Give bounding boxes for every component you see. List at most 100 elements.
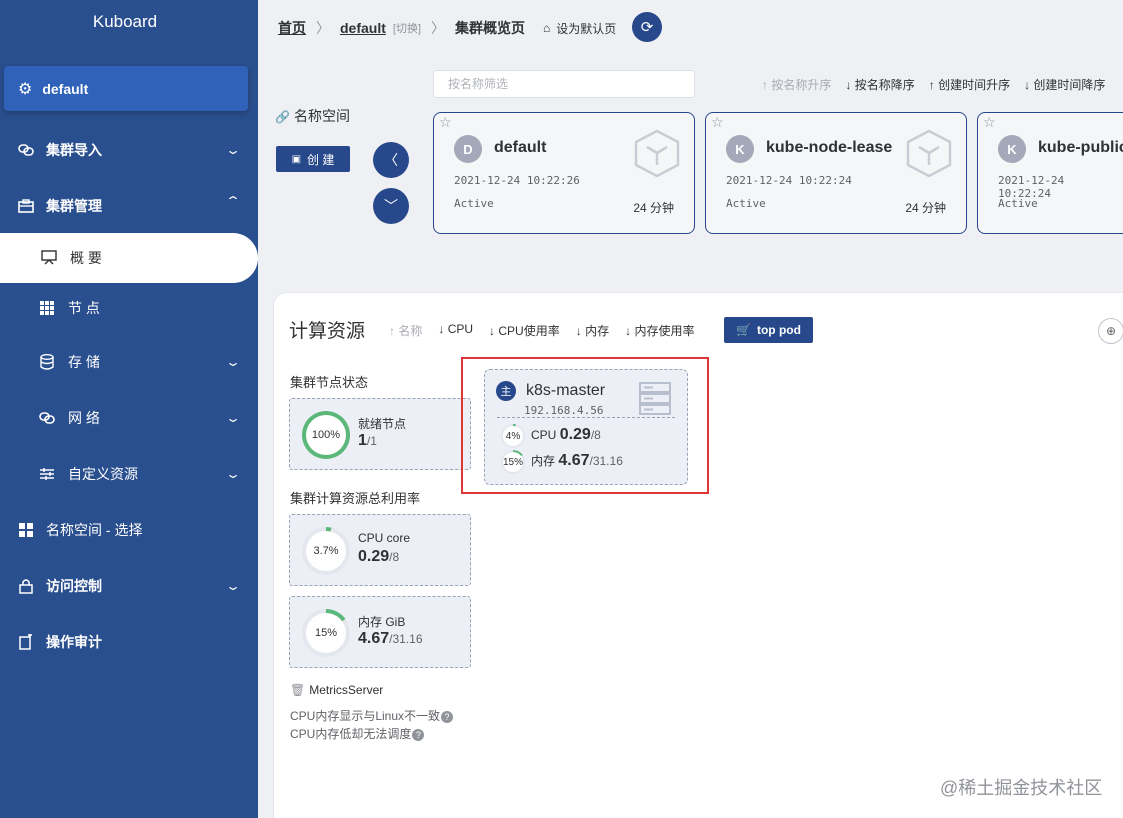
sort-by-cpu-usage[interactable]: ↓ CPU使用率 bbox=[489, 322, 560, 339]
sidebar-item-storage[interactable]: 存 储 ⌄ bbox=[0, 342, 258, 382]
stat-label: CPU core bbox=[358, 531, 411, 545]
resource-sort-bar: ↑ 名称 ↓ CPU ↓ CPU使用率 ↓ 内存 ↓ 内存使用率 bbox=[389, 322, 710, 339]
sidebar-item-label: 名称空间 - 选择 bbox=[46, 522, 143, 538]
ring-percent: 3.7% bbox=[306, 531, 346, 571]
sidebar-item-cluster-import[interactable]: 集群导入 ⌄ bbox=[0, 130, 258, 170]
create-namespace-button[interactable]: ▣ 创 建 bbox=[276, 146, 350, 172]
sidebar-item-overview[interactable]: 概 要 bbox=[0, 233, 258, 283]
breadcrumb-home-link[interactable]: 首页 bbox=[278, 18, 306, 38]
stat-value: 1/1 bbox=[358, 432, 377, 450]
document-add-icon: ▣ bbox=[291, 153, 302, 165]
sort-time-desc[interactable]: ↓ 创建时间降序 bbox=[1024, 76, 1105, 93]
question-icon: ? bbox=[412, 728, 425, 741]
set-default-page-link[interactable]: 设为默认页 bbox=[556, 20, 616, 37]
node-card[interactable]: 主 k8s-master 192.168.4.56 4% CPU 0.29/8 … bbox=[484, 369, 688, 485]
breadcrumb: 首页 〉 default [切换] 〉 集群概览页 ⌂ 设为默认页 bbox=[278, 18, 616, 38]
node-cpu-label: CPU bbox=[531, 428, 557, 442]
namespace-name[interactable]: default bbox=[494, 139, 546, 157]
stat-number: 4.67 bbox=[358, 630, 390, 647]
node-memory-row: 内存 4.67/31.16 bbox=[531, 452, 623, 470]
cube-icon bbox=[634, 129, 680, 177]
namespace-card[interactable]: ☆ K kube-node-lease 2021-12-24 10:22:24 … bbox=[705, 112, 967, 234]
active-cluster-label: default bbox=[42, 80, 89, 97]
metrics-server-link[interactable]: 🗑 MetricsServer bbox=[290, 683, 383, 697]
switch-cluster-link[interactable]: [切换] bbox=[393, 20, 421, 36]
refresh-button[interactable]: ⟳ bbox=[632, 12, 662, 42]
namespace-name[interactable]: kube-public bbox=[1038, 139, 1123, 157]
sidebar-item-label: 集群管理 bbox=[46, 198, 102, 214]
namespace-sort-bar: ↑ 按名称升序 ↓ 按名称降序 ↑ 创建时间升序 ↓ 创建时间降序 bbox=[762, 76, 1119, 93]
sort-label: 内存 bbox=[585, 324, 610, 338]
chevron-down-icon: ⌄ bbox=[224, 143, 242, 157]
scroll-prev-button[interactable]: 〈 bbox=[373, 142, 409, 178]
help-note[interactable]: CPU内存显示与Linux不一致? bbox=[290, 707, 454, 724]
star-icon[interactable]: ☆ bbox=[983, 114, 996, 131]
node-cpu-total: /8 bbox=[590, 428, 601, 442]
node-cpu-row: CPU 0.29/8 bbox=[531, 426, 601, 444]
link-icon bbox=[38, 411, 56, 425]
sidebar: Kuboard ⚙ default 集群导入 ⌄ 集群管理 ⌃ 概 要 节 点 bbox=[0, 0, 258, 818]
top-pod-label: top pod bbox=[756, 323, 801, 337]
sort-by-memory-usage[interactable]: ↓ 内存使用率 bbox=[625, 322, 694, 339]
sort-by-memory[interactable]: ↓ 内存 bbox=[576, 322, 609, 339]
namespace-card[interactable]: ☆ K kube-public 2021-12-24 10:22:24 Acti… bbox=[977, 112, 1123, 234]
namespace-name[interactable]: kube-node-lease bbox=[766, 139, 892, 157]
sort-time-asc[interactable]: ↑ 创建时间升序 bbox=[929, 76, 1010, 93]
sort-label: 创建时间升序 bbox=[938, 78, 1011, 92]
master-badge: 主 bbox=[496, 381, 516, 401]
sort-label: 创建时间降序 bbox=[1033, 78, 1106, 92]
help-note[interactable]: CPU内存低却无法调度? bbox=[290, 725, 425, 742]
sidebar-item-audit[interactable]: 操作审计 bbox=[0, 622, 258, 662]
sort-name-asc[interactable]: ↑ 按名称升序 bbox=[762, 76, 831, 93]
memory-usage-stat: 15% 内存 GiB 4.67/31.16 bbox=[289, 596, 471, 668]
namespace-avatar: K bbox=[998, 135, 1026, 163]
chevron-down-icon: ﹀ bbox=[384, 198, 398, 214]
edit-icon bbox=[17, 634, 35, 650]
cpu-usage-ring: 3.7% bbox=[302, 527, 350, 575]
namespace-avatar: D bbox=[454, 135, 482, 163]
sidebar-item-custom-resources[interactable]: 自定义资源 ⌄ bbox=[0, 454, 258, 494]
chevron-down-icon: ⌄ bbox=[224, 579, 242, 593]
node-memory-value: 4.67 bbox=[558, 452, 590, 469]
sort-label: 名称 bbox=[398, 324, 423, 338]
chevron-left-icon: 〈 bbox=[384, 152, 398, 168]
brand-logo: Kuboard bbox=[92, 12, 158, 31]
metrics-server-label: MetricsServer bbox=[309, 683, 384, 697]
sort-by-name[interactable]: ↑ 名称 bbox=[389, 322, 422, 339]
top-pod-button[interactable]: 🛒 top pod bbox=[724, 317, 813, 343]
lock-icon bbox=[17, 578, 35, 594]
home-icon: ⌂ bbox=[543, 21, 551, 35]
trash-icon: 🗑 bbox=[290, 683, 306, 697]
star-icon[interactable]: ☆ bbox=[711, 114, 724, 131]
namespace-card[interactable]: ☆ D default 2021-12-24 10:22:26 Active 2… bbox=[433, 112, 695, 234]
namespace-filter-input[interactable] bbox=[433, 70, 695, 98]
stat-label: 就绪节点 bbox=[358, 417, 407, 431]
sidebar-item-network[interactable]: 网 络 ⌄ bbox=[0, 398, 258, 438]
breadcrumb-cluster-link[interactable]: default bbox=[340, 20, 386, 36]
namespace-status: Active bbox=[726, 197, 766, 210]
sidebar-item-nodes[interactable]: 节 点 bbox=[0, 288, 258, 328]
node-name[interactable]: k8s-master bbox=[526, 382, 605, 400]
apps-icon bbox=[17, 523, 35, 537]
star-icon[interactable]: ☆ bbox=[439, 114, 452, 131]
compute-resources-title: 计算资源 bbox=[289, 321, 366, 342]
sidebar-item-cluster-manage[interactable]: 集群管理 ⌃ bbox=[0, 186, 258, 226]
ring-percent: 15% bbox=[503, 452, 523, 472]
ring-percent: 4% bbox=[503, 426, 523, 446]
link-icon bbox=[17, 143, 35, 157]
active-cluster-button[interactable]: ⚙ default bbox=[4, 66, 248, 111]
grid-icon bbox=[38, 301, 56, 315]
sidebar-item-access-control[interactable]: 访问控制 ⌄ bbox=[0, 566, 258, 606]
chevron-down-icon: ⌄ bbox=[224, 467, 242, 481]
cart-icon: 🛒 bbox=[736, 323, 751, 337]
zoom-button[interactable]: ⊕ bbox=[1098, 318, 1123, 344]
sidebar-item-label: 操作审计 bbox=[46, 634, 102, 650]
sort-name-desc[interactable]: ↓ 按名称降序 bbox=[845, 76, 914, 93]
chevron-right-icon: 〉 bbox=[316, 20, 330, 36]
chevron-right-icon: 〉 bbox=[431, 20, 446, 36]
sort-by-cpu[interactable]: ↓ CPU bbox=[438, 322, 473, 339]
ready-nodes-ring: 100% bbox=[302, 411, 350, 459]
scroll-next-button[interactable]: ﹀ bbox=[373, 188, 409, 224]
namespace-age: 24 分钟 bbox=[633, 201, 674, 215]
sidebar-item-namespace-select[interactable]: 名称空间 - 选择 bbox=[0, 510, 258, 550]
